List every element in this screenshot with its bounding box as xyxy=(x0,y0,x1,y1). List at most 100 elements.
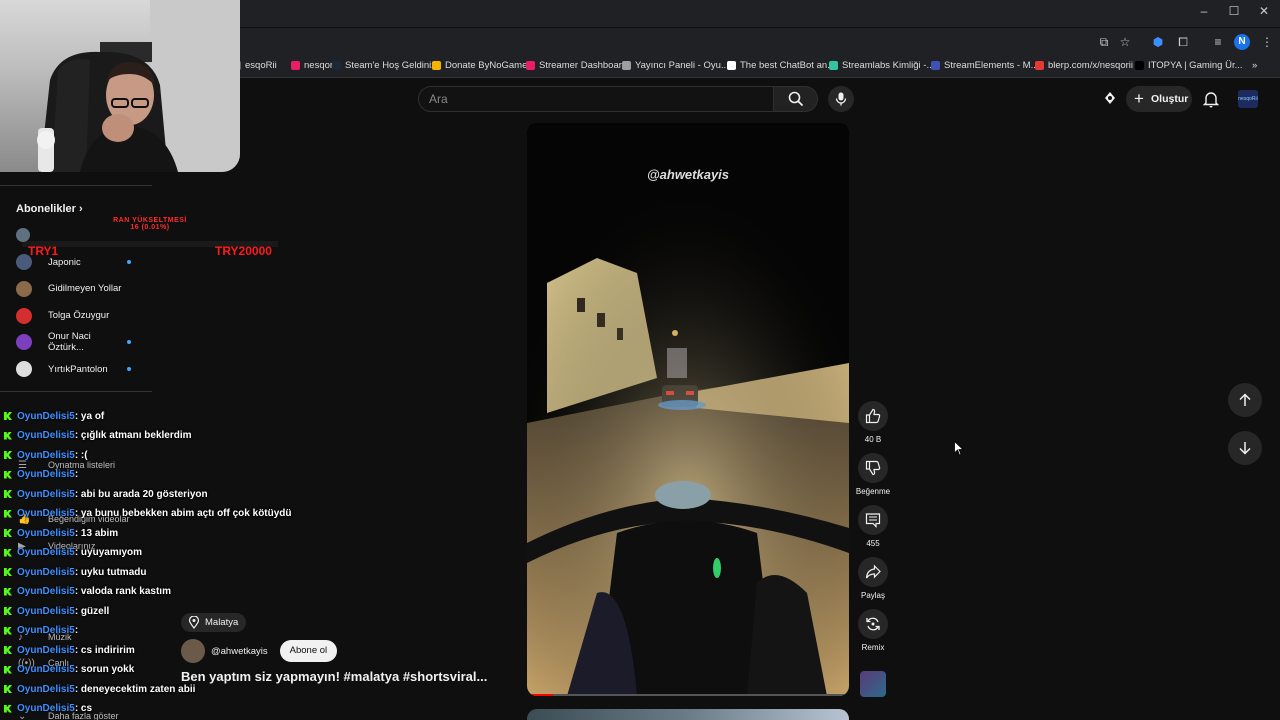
chat-message: OyunDelisi5: :( xyxy=(4,447,88,463)
kick-badge-icon xyxy=(4,509,12,518)
thumbs-up-icon xyxy=(865,408,881,424)
cast-shorts-icon[interactable] xyxy=(1102,90,1118,106)
short-channel-avatar[interactable] xyxy=(181,639,205,663)
chat-username: OyunDelisi5 xyxy=(17,586,75,597)
bookmark-item[interactable]: Steam'e Hoş Geldiniz xyxy=(332,60,436,71)
notifications-bell-icon[interactable] xyxy=(1203,90,1219,108)
close-window-button[interactable]: ✕ xyxy=(1252,4,1276,18)
bookmark-item[interactable]: Yayıncı Paneli - Oyu... xyxy=(622,60,729,71)
bookmark-label: esqoRii xyxy=(245,60,277,71)
subscription-item[interactable]: Japonic xyxy=(16,253,151,271)
bookmark-label: Steam'e Hoş Geldiniz xyxy=(345,60,437,71)
chat-text: : uyku tutmadu xyxy=(74,566,147,578)
short-video-player[interactable]: @ahwetkayis xyxy=(527,123,849,696)
chat-message: OyunDelisi5: ya of xyxy=(4,408,104,424)
bookmark-item[interactable]: Donate ByNoGame xyxy=(432,60,527,71)
kick-badge-icon xyxy=(4,470,12,479)
bookmark-label: Yayıncı Paneli - Oyu... xyxy=(635,60,729,71)
search-input[interactable]: Ara xyxy=(418,86,774,112)
chat-message: OyunDelisi5: abi bu arada 20 gösteriyon xyxy=(4,486,208,502)
subscription-item[interactable]: Tolga Özuygur xyxy=(16,307,151,325)
kick-badge-icon xyxy=(4,607,12,615)
bookmark-item[interactable]: StreamElements - M... xyxy=(931,60,1039,71)
video-progress-fill xyxy=(527,694,553,696)
chat-message: OyunDelisi5: 13 abim xyxy=(4,525,118,541)
subscription-name: YırtıkPantolon xyxy=(48,363,108,375)
live-indicator xyxy=(127,367,131,372)
maximize-button[interactable]: ☐ xyxy=(1222,4,1246,18)
chat-text: : cs xyxy=(74,703,93,714)
chat-text: : ya bunu bebekken abim açtı off çok köt… xyxy=(74,508,292,519)
subscribe-button[interactable]: Abone ol xyxy=(279,640,338,662)
subscription-avatar[interactable] xyxy=(16,228,30,242)
extensions-icon[interactable]: ⧠ xyxy=(1175,34,1191,50)
bookmark-favicon-icon xyxy=(1035,61,1044,70)
create-button[interactable]: + Oluştur xyxy=(1126,86,1192,112)
webcam-overlay xyxy=(0,0,240,172)
mouse-cursor-icon xyxy=(954,441,964,456)
kick-badge-icon xyxy=(4,646,12,654)
search-button[interactable] xyxy=(774,86,818,112)
reading-list-icon[interactable]: ≡ xyxy=(1210,34,1226,50)
chat-message: OyunDelisi5: xyxy=(4,467,78,483)
chat-message: OyunDelisi5: cs xyxy=(4,701,92,717)
chat-username: OyunDelisi5 xyxy=(17,683,75,695)
subscription-item[interactable]: Gidilmeyen Yollar xyxy=(16,280,151,298)
subscriptions-heading[interactable]: Abonelikler › xyxy=(16,203,83,215)
subscription-name: Onur Naci Öztürk... xyxy=(48,331,91,354)
rank-progress: 16 (0.01%) xyxy=(130,224,170,231)
bookmark-label: ITOPYA | Gaming Ür... xyxy=(1148,60,1243,71)
arrow-down-icon xyxy=(1239,442,1251,455)
subscription-item[interactable]: Onur Naci Öztürk... xyxy=(16,331,151,354)
subscription-item[interactable]: YırtıkPantolon xyxy=(16,360,151,378)
short-title[interactable]: Ben yaptım siz yapmayın! #malatya #short… xyxy=(181,669,487,684)
chat-message: OyunDelisi5: uyku tutmadu xyxy=(4,564,146,580)
dislike-action[interactable]: Beğenme xyxy=(856,453,890,496)
address-input[interactable]: / xyxy=(235,31,1105,53)
minimize-button[interactable]: – xyxy=(1192,4,1216,18)
location-pin-icon xyxy=(188,616,200,629)
share-action[interactable]: Paylaş xyxy=(858,557,888,600)
location-chip[interactable]: Malatya xyxy=(181,613,247,632)
chat-message: OyunDelisi5: cs indiririm xyxy=(4,642,135,658)
install-app-icon[interactable]: ⧉ xyxy=(1096,34,1112,50)
short-channel-name[interactable]: @ahwetkayis xyxy=(211,646,268,657)
comment-count: 455 xyxy=(866,539,880,548)
like-action[interactable]: 40 B xyxy=(858,401,888,444)
profile-avatar[interactable]: N xyxy=(1234,34,1250,50)
chat-text: : uyuyamıyom xyxy=(74,547,143,558)
bookmark-item[interactable]: blerp.com/x/nesqorii xyxy=(1035,60,1133,71)
video-progress-bar[interactable] xyxy=(527,694,849,696)
streamer-webcam-image xyxy=(37,0,240,172)
previous-short-button[interactable] xyxy=(1228,383,1262,417)
chat-text: : cs indiririm xyxy=(74,644,135,656)
browser-menu-icon[interactable]: ⋮ xyxy=(1259,34,1275,50)
bookmark-item[interactable]: nesqorii xyxy=(291,60,337,71)
bookmark-item[interactable]: Streamlabs Kimliği -... xyxy=(829,60,934,71)
location-label: Malatya xyxy=(205,617,239,628)
more-bookmarks-icon[interactable]: » xyxy=(1252,60,1257,71)
bookmark-item[interactable]: The best ChatBot an... xyxy=(727,60,835,71)
bookmark-item[interactable]: Streamer Dashboard xyxy=(526,60,627,71)
chat-username: OyunDelisi5 xyxy=(17,703,75,714)
bookmark-label: blerp.com/x/nesqorii xyxy=(1048,60,1134,71)
comments-action[interactable]: 455 xyxy=(858,505,888,548)
voice-search-button[interactable] xyxy=(828,86,854,112)
live-indicator xyxy=(127,340,131,345)
plus-icon: + xyxy=(1134,89,1144,108)
bookmark-star-icon[interactable]: ☆ xyxy=(1117,34,1133,50)
next-short-button[interactable] xyxy=(1228,431,1262,465)
subscription-avatar xyxy=(16,334,32,351)
chat-username: OyunDelisi5 xyxy=(17,566,75,578)
channel-avatar[interactable]: nesqoRii xyxy=(1238,90,1258,108)
remix-action[interactable]: Remix xyxy=(858,609,888,652)
next-short-preview[interactable] xyxy=(527,709,849,720)
kick-badge-icon xyxy=(4,587,12,596)
sound-thumbnail[interactable] xyxy=(860,671,886,697)
chat-username: OyunDelisi5 xyxy=(17,508,75,519)
chat-message: OyunDelisi5: sorun yokk xyxy=(4,662,134,678)
password-manager-icon[interactable]: ⬢ xyxy=(1150,34,1166,50)
chat-text: : abi bu arada 20 gösteriyon xyxy=(74,488,208,500)
bookmark-item[interactable]: ITOPYA | Gaming Ür... xyxy=(1135,60,1243,71)
arrow-up-icon xyxy=(1239,393,1251,406)
